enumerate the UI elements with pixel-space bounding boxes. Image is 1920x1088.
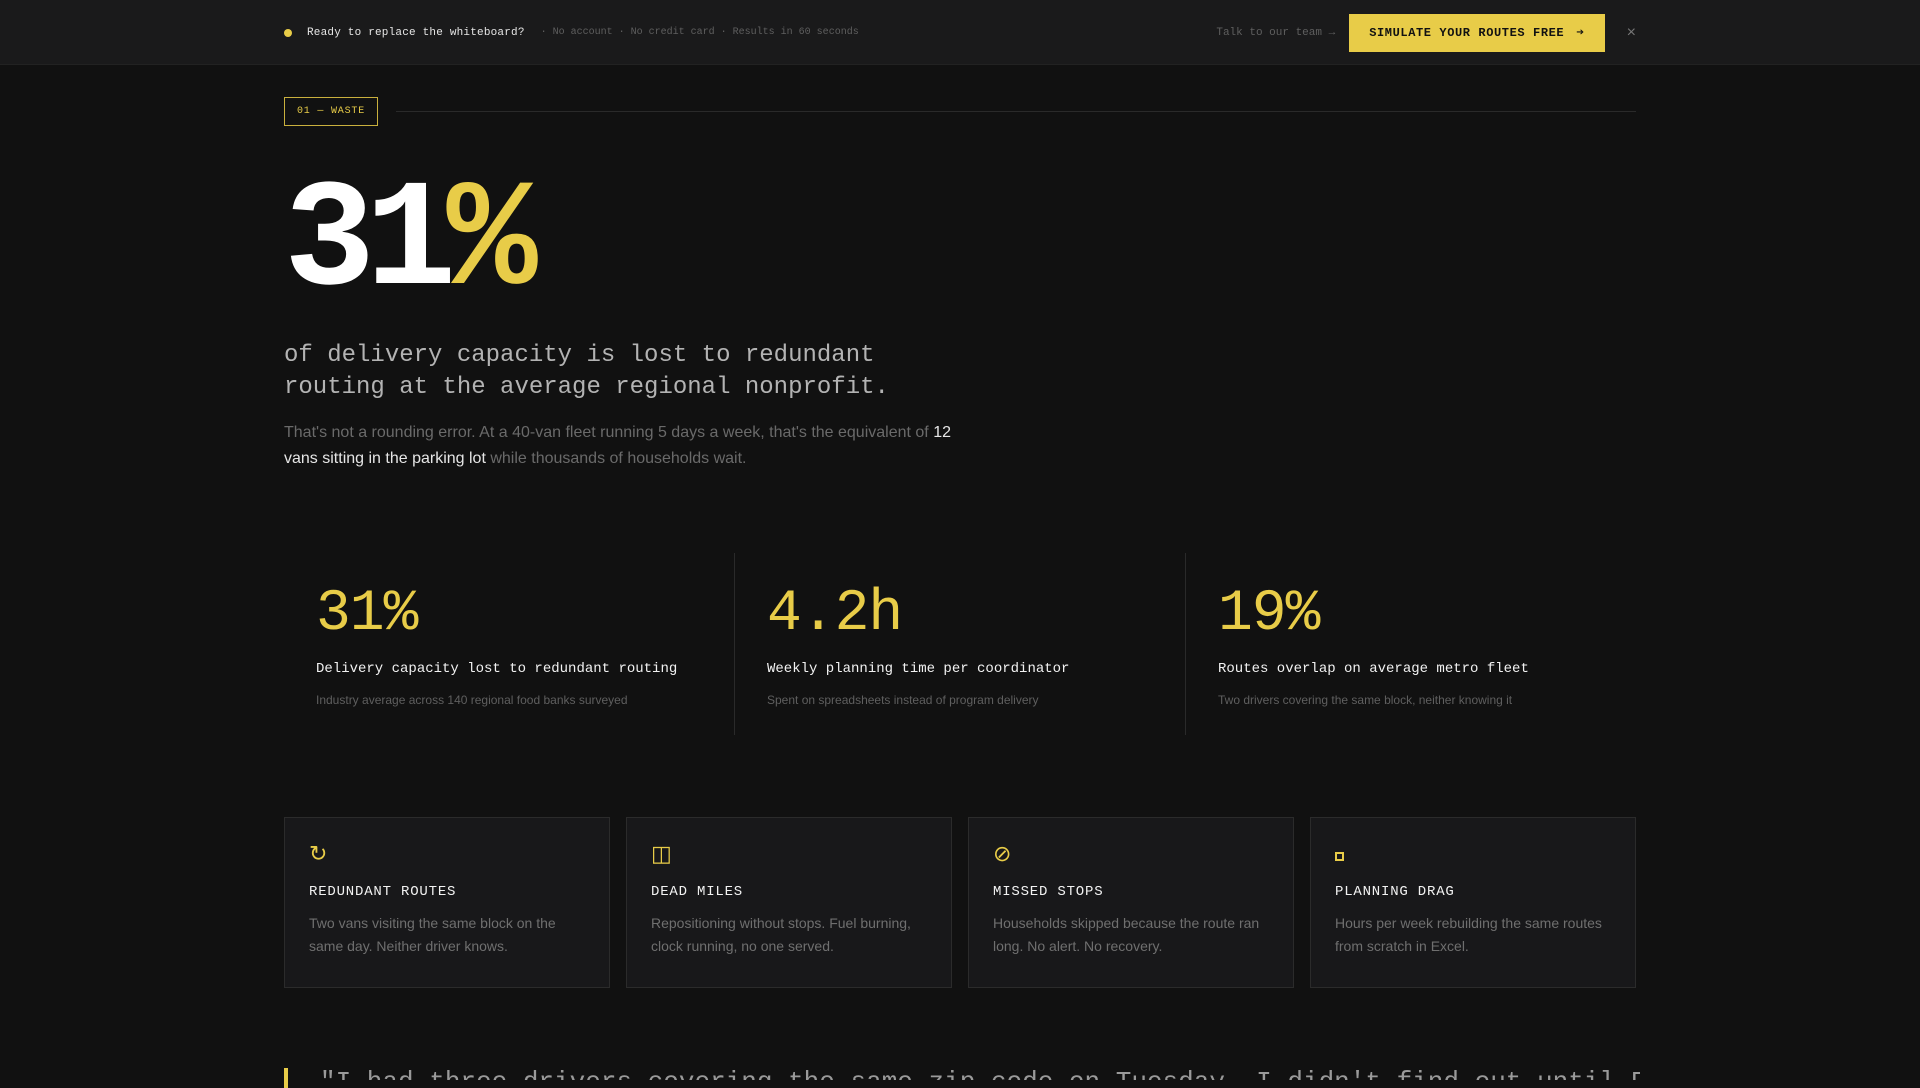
refresh-icon: ↻ [309,841,328,866]
arrow-right-icon: ➔ [1576,25,1585,40]
card-desc: Households skipped because the route ran… [993,915,1260,954]
card-title: DEAD MILES [651,884,744,900]
stat-note: Spent on spreadsheets instead of program… [767,693,1039,707]
stat-item: 19% Routes overlap on average metro flee… [1185,553,1636,735]
stat-value: 4.2h [767,582,903,647]
stat-item: 4.2h Weekly planning time per coordinato… [734,553,1185,735]
card-missed-stops: ⊘ MISSED STOPS Households skipped becaus… [968,817,1294,988]
simulate-routes-button[interactable]: SIMULATE YOUR ROUTES FREE ➔ [1349,13,1605,52]
waste-cards: ↻ REDUNDANT ROUTES Two vans visiting the… [284,817,1636,988]
testimonial-quote: "I had three drivers covering the same z… [320,1066,1640,1080]
card-desc: Hours per week rebuilding the same route… [1335,915,1602,954]
status-dot-icon [284,28,292,37]
simulate-routes-label: SIMULATE YOUR ROUTES FREE [1369,25,1565,40]
stat-note: Industry average across 140 regional foo… [316,693,628,707]
hero-body-text-end: while thousands of households wait. [485,450,747,467]
hero-stat-percent: % [446,156,537,329]
card-planning-drag: PLANNING DRAG Hours per week rebuilding … [1310,817,1636,988]
hero-body: That's not a rounding error. At a 40-van… [284,420,974,472]
quote-accent-bar [284,1068,288,1088]
banner-meta: · No account · No credit card · Results … [540,27,859,38]
section-divider [396,111,1636,112]
stat-item: 31% Delivery capacity lost to redundant … [284,553,734,735]
card-dead-miles: ◫ DEAD MILES Repositioning without stops… [626,817,952,988]
banner-content: Ready to replace the whiteboard? · No ac… [284,0,1636,65]
columns-icon: ◫ [651,841,672,866]
hero-stat-number: 31 [284,156,456,329]
stat-label: Weekly planning time per coordinator [767,661,1070,677]
stats-row: 31% Delivery capacity lost to redundant … [284,553,1636,735]
top-banner: Ready to replace the whiteboard? · No ac… [0,0,1920,65]
hero-lead: of delivery capacity is lost to redundan… [284,342,889,401]
stat-label: Delivery capacity lost to redundant rout… [316,661,678,677]
hero-stat: 31% [284,167,538,319]
card-title: REDUNDANT ROUTES [309,884,457,900]
card-redundant-routes: ↻ REDUNDANT ROUTES Two vans visiting the… [284,817,610,988]
card-desc: Repositioning without stops. Fuel burnin… [651,915,911,954]
card-desc: Two vans visiting the same block on the … [309,915,556,954]
hero-body-text: That's not a rounding error. At a 40-van… [284,424,934,441]
stat-value: 31% [316,582,418,647]
stat-note: Two drivers covering the same block, nei… [1218,693,1513,707]
talk-to-team-link[interactable]: Talk to our team → [1216,27,1335,39]
square-icon [1335,842,1611,866]
stat-label: Routes overlap on average metro fleet [1218,661,1529,677]
prohibited-icon: ⊘ [993,841,1012,866]
close-icon[interactable]: × [1627,24,1636,42]
card-title: MISSED STOPS [993,884,1104,900]
card-title: PLANNING DRAG [1335,884,1455,900]
section-tag: 01 — WASTE [284,97,379,126]
stat-value: 19% [1218,582,1320,647]
banner-title: Ready to replace the whiteboard? [307,26,525,39]
